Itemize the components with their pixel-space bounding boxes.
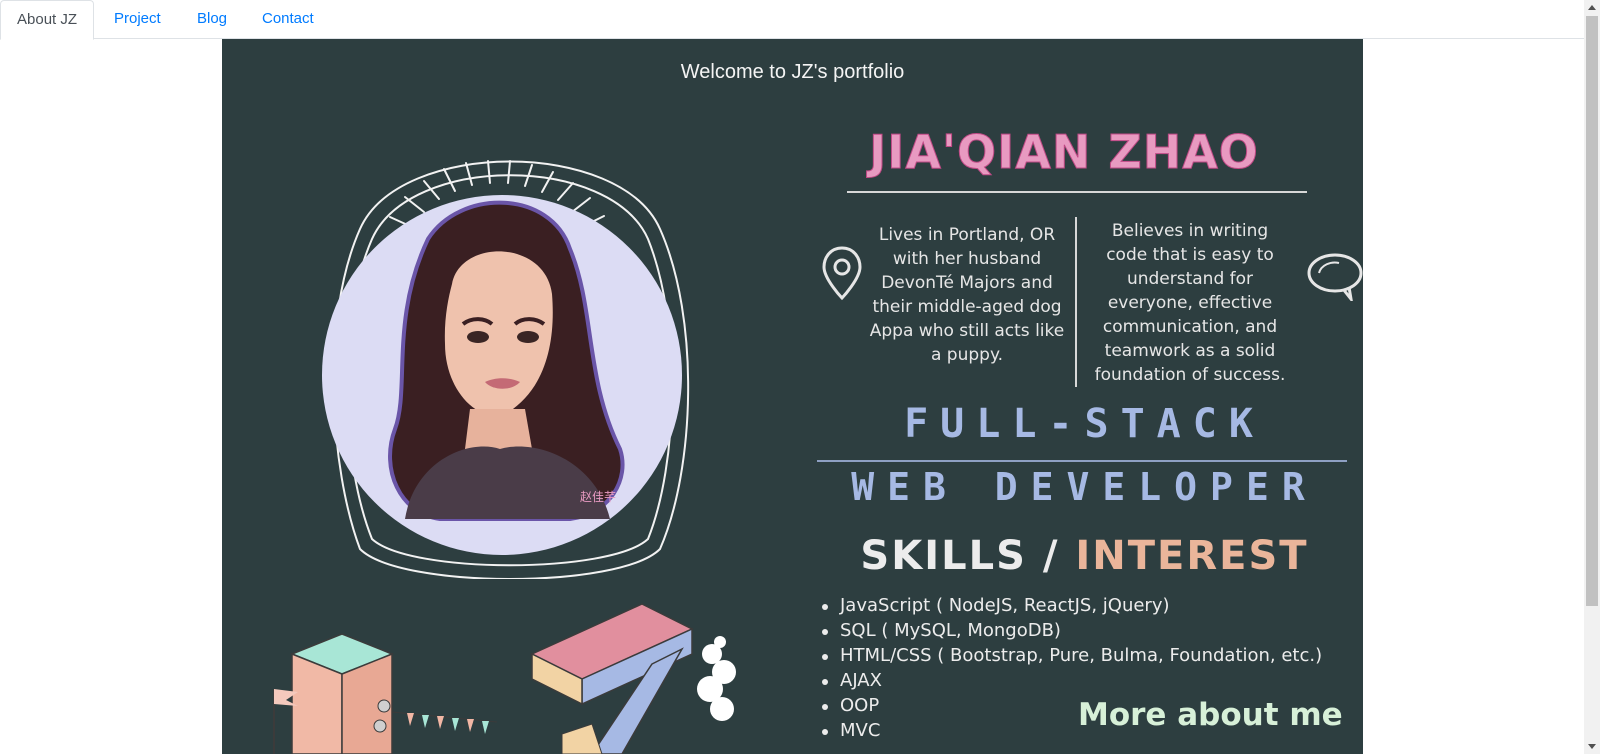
philosophy-blurb: Believes in writing code that is easy to… [1094, 221, 1286, 385]
arrow-down-icon [1588, 744, 1596, 749]
tab-about-jz[interactable]: About JZ [0, 0, 95, 40]
skills-word: SKILLS [860, 533, 1027, 579]
list-item: AJAX [820, 668, 1360, 693]
tab-blog[interactable]: Blog [181, 0, 243, 39]
more-about-me-heading: More about me [1078, 697, 1343, 733]
skills-heading: SKILLS / INTEREST [822, 533, 1347, 579]
title-divider [817, 460, 1347, 462]
nav-tabs: About JZ Project Blog Contact [0, 0, 1584, 40]
list-item: JavaScript ( NodeJS, ReactJS, jQuery) [820, 593, 1360, 618]
title-full-stack: FULL-STACK [904, 401, 1265, 447]
list-item: HTML/CSS ( Bootstrap, Pure, Bulma, Found… [820, 643, 1360, 668]
arrow-up-icon [1588, 5, 1596, 10]
title-web-developer: WEB DEVELOPER [851, 465, 1318, 509]
speech-bubble-icon [1307, 253, 1363, 301]
skills-separator: / [1042, 533, 1060, 579]
map-pin-icon [822, 246, 862, 301]
profile-name: JIA'QIAN ZHAO [869, 125, 1259, 180]
welcome-heading: Welcome to JZ's portfolio [680, 61, 905, 83]
scroll-thumb[interactable] [1586, 16, 1598, 606]
portrait-signature: 赵佳芊 [580, 490, 616, 504]
scroll-up-button[interactable] [1584, 0, 1600, 15]
scroll-down-button[interactable] [1584, 739, 1600, 754]
blurb-divider [1075, 217, 1077, 387]
location-blurb: Lives in Portland, OR with her husband D… [869, 225, 1065, 365]
name-divider [847, 191, 1307, 193]
list-item: SQL ( MySQL, MongoDB) [820, 618, 1360, 643]
tab-contact[interactable]: Contact [246, 0, 330, 39]
about-panel: Welcome to JZ's portfolio 赵佳芊 JIA'QIAN Z… [222, 39, 1363, 754]
vertical-scrollbar[interactable] [1584, 0, 1600, 754]
portrait-illustration: 赵佳芊 [322, 160, 690, 579]
interest-word: INTEREST [1075, 533, 1309, 579]
jz-letters-illustration [273, 603, 736, 754]
tab-project[interactable]: Project [98, 0, 177, 39]
